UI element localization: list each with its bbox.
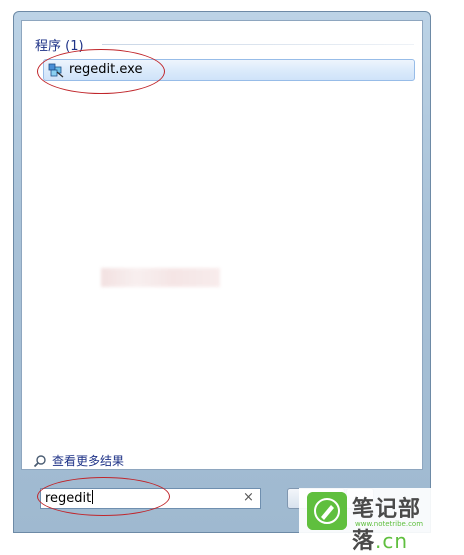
- clear-search-icon[interactable]: ×: [243, 490, 254, 505]
- blurred-watermark: [101, 268, 220, 287]
- see-more-results-link[interactable]: 查看更多结果: [33, 452, 124, 469]
- see-more-results-label: 查看更多结果: [52, 454, 125, 468]
- search-icon: [33, 454, 46, 467]
- search-results-panel: [21, 20, 423, 470]
- watermark-url: www.notetribe.com: [355, 520, 424, 528]
- search-input-value: regedit: [45, 491, 92, 506]
- section-title-programs: 程序 (1): [35, 39, 84, 54]
- regedit-icon: [48, 63, 64, 78]
- section-divider: [102, 44, 414, 45]
- pen-logo-icon: [307, 492, 347, 530]
- result-item-label: regedit.exe: [69, 62, 143, 77]
